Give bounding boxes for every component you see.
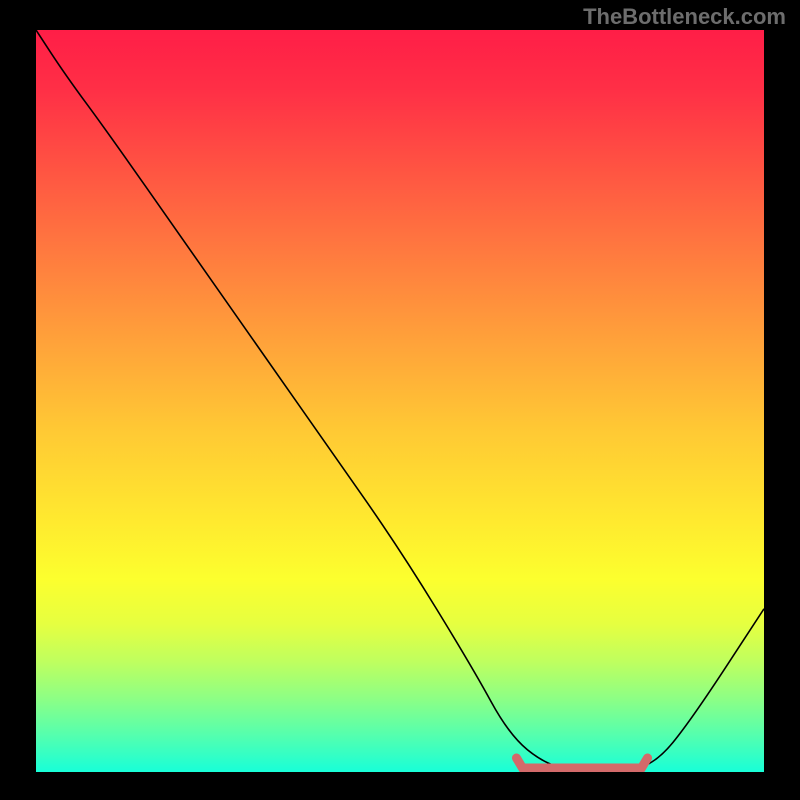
- chart-svg: [36, 30, 764, 772]
- bottleneck-curve: [36, 30, 764, 772]
- watermark-text: TheBottleneck.com: [583, 4, 786, 30]
- chart-plot-area: [36, 30, 764, 772]
- optimal-range-marker: [516, 758, 647, 768]
